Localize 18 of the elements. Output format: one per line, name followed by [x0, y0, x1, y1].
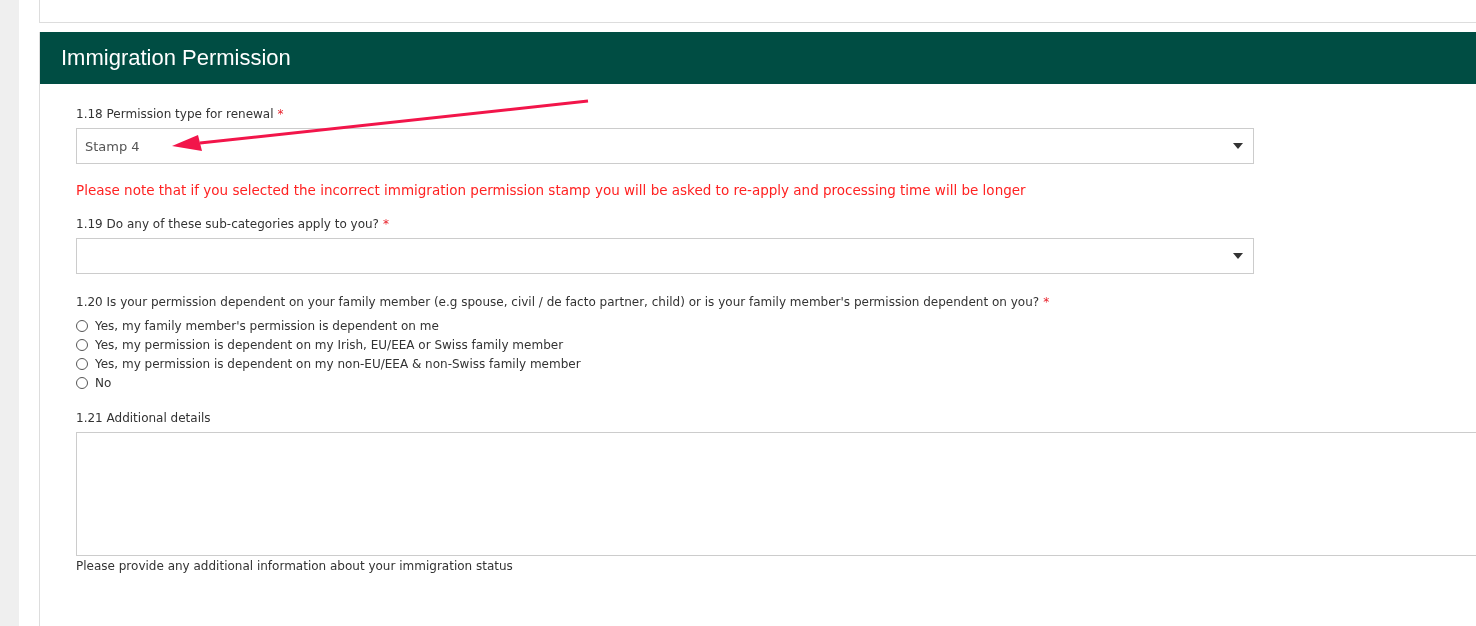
caret-icon	[1233, 253, 1243, 259]
radio-label: Yes, my permission is dependent on my Irish, EU/EEA or Swiss family member	[95, 337, 564, 352]
field-label: 1.18 Permission type for renewal	[76, 107, 274, 121]
radio-label: No	[95, 375, 112, 390]
dropdown-field[interactable]	[76, 238, 1254, 274]
dropdown-field[interactable]: Stamp 4	[76, 128, 1254, 164]
caret-icon	[1233, 143, 1243, 149]
required-mark: *	[382, 217, 389, 231]
warning-note: Please note that if you selected the incorrect immigration permission stamp you will be asked to re-apply and processing time will be longer	[76, 182, 1027, 198]
field-label: 1.20 Is your permission dependent on your family member (e.g spouse, civil / de facto partner, child) or is your family member's permission dependent on you?	[76, 295, 1040, 309]
radio-label: Yes, my permission is dependent on my non-EU/EEA & non-Swiss family member	[95, 356, 581, 371]
help-text: Please provide any additional information about your immigration status	[76, 559, 514, 573]
required-mark: *	[277, 107, 284, 121]
field-label: 1.19 Do any of these sub-categories apply to you?	[76, 217, 379, 231]
field-label: 1.21 Additional details	[76, 411, 211, 425]
required-mark: *	[1043, 295, 1050, 309]
section-title: Immigration Permission	[61, 45, 291, 71]
radio-label: Yes, my family member's permission is dependent on me	[95, 318, 439, 333]
